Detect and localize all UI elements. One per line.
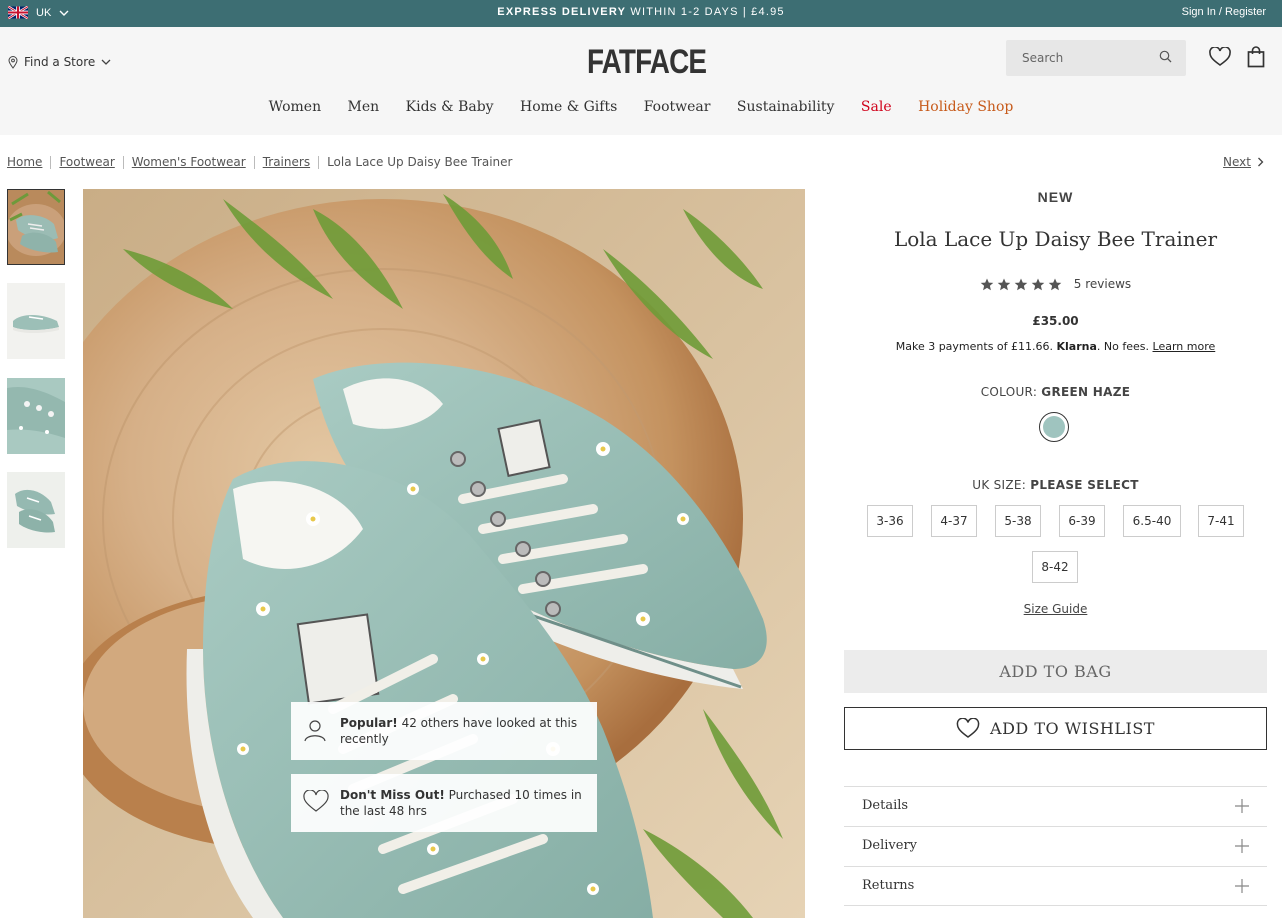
breadcrumb-womens-footwear[interactable]: Women's Footwear [132, 155, 246, 169]
klarna-message: Make 3 payments of £11.66. Klarna. No fe… [844, 340, 1267, 353]
thumbnail-image [7, 472, 65, 548]
accordion-returns-label: Returns [862, 878, 915, 893]
search-input[interactable] [1020, 50, 1154, 66]
size-option-8-42[interactable]: 8-42 [1032, 551, 1078, 583]
thumbnail-1[interactable] [7, 189, 65, 265]
klarna-brand: Klarna [1056, 340, 1097, 353]
review-count[interactable]: 5 reviews [1074, 277, 1131, 291]
signin-link[interactable]: Sign In / Register [1182, 6, 1266, 18]
dont-miss-title: Don't Miss Out! [340, 788, 445, 802]
klarna-learn-more[interactable]: Learn more [1153, 340, 1216, 353]
nav-home-gifts[interactable]: Home & Gifts [520, 99, 617, 115]
find-store-label: Find a Store [24, 55, 96, 69]
breadcrumb-separator [318, 155, 320, 169]
star-icon [1048, 278, 1062, 290]
search-icon[interactable] [1159, 50, 1172, 63]
accordion-details-label: Details [862, 798, 909, 813]
shopping-bag-icon[interactable] [1247, 46, 1265, 68]
colour-value: GREEN HAZE [1041, 385, 1131, 399]
nav-kids-baby[interactable]: Kids & Baby [406, 99, 494, 115]
nav-women[interactable]: Women [269, 99, 321, 115]
main-product-image[interactable]: Popular! 42 others have looked at this r… [83, 189, 805, 918]
add-to-wishlist-button[interactable]: ADD TO WISHLIST [844, 707, 1267, 750]
popular-notice: Popular! 42 others have looked at this r… [291, 702, 597, 760]
star-icon [1014, 278, 1028, 290]
size-label: UK SIZE: PLEASE SELECT [844, 478, 1267, 492]
main-navigation: Women Men Kids & Baby Home & Gifts Footw… [0, 99, 1282, 115]
nav-holiday-shop[interactable]: Holiday Shop [918, 99, 1013, 115]
size-guide-link[interactable]: Size Guide [844, 602, 1267, 616]
breadcrumb-trainers[interactable]: Trainers [263, 155, 310, 169]
person-icon [304, 720, 326, 742]
thumbnail-image [8, 190, 64, 264]
breadcrumb-current: Lola Lace Up Daisy Bee Trainer [327, 155, 513, 169]
breadcrumb-separator [122, 155, 124, 169]
klarna-pre: Make 3 payments of £11.66. [895, 340, 1057, 353]
breadcrumb-footwear[interactable]: Footwear [59, 155, 114, 169]
size-option-5-38[interactable]: 5-38 [995, 505, 1041, 537]
colour-swatch-green-haze[interactable] [1039, 412, 1069, 442]
size-label-text: UK SIZE: [972, 478, 1031, 492]
accordion-returns[interactable]: Returns [844, 866, 1267, 906]
breadcrumb: Home Footwear Women's Footwear Trainers … [7, 155, 512, 169]
nav-men[interactable]: Men [348, 99, 380, 115]
plus-icon [1235, 799, 1249, 813]
nav-sustainability[interactable]: Sustainability [737, 99, 835, 115]
add-to-wishlist-label: ADD TO WISHLIST [990, 719, 1155, 738]
next-label: Next [1223, 155, 1251, 169]
thumbnail-4[interactable] [7, 472, 65, 548]
rating-stars [980, 278, 1062, 291]
star-icon [997, 278, 1011, 290]
thumbnail-3[interactable] [7, 378, 65, 454]
find-store-button[interactable]: Find a Store [8, 55, 111, 69]
chevron-right-icon [1258, 157, 1264, 167]
accordion-delivery[interactable]: Delivery [844, 826, 1267, 866]
nav-sale[interactable]: Sale [861, 99, 892, 115]
plus-icon [1235, 879, 1249, 893]
size-option-7-41[interactable]: 7-41 [1198, 505, 1244, 537]
top-promo-bar: UK EXPRESS DELIVERY WITHIN 1-2 DAYS | £4… [0, 0, 1282, 27]
popular-title: Popular! [340, 716, 398, 730]
dont-miss-notice: Don't Miss Out! Purchased 10 times in th… [291, 774, 597, 832]
breadcrumb-separator [50, 155, 52, 169]
size-option-4-37[interactable]: 4-37 [931, 505, 977, 537]
product-rating[interactable]: 5 reviews [844, 277, 1267, 291]
fatface-logo[interactable]: FATFACE [587, 43, 707, 82]
heart-icon [956, 718, 980, 738]
colour-label-text: COLOUR: [980, 385, 1042, 399]
product-title: Lola Lace Up Daisy Bee Trainer [893, 227, 1218, 251]
chevron-down-icon [101, 59, 111, 65]
swatch-fill [1043, 416, 1065, 438]
size-option-3-36[interactable]: 3-36 [867, 505, 913, 537]
thumbnail-2[interactable] [7, 283, 65, 359]
accordion-details[interactable]: Details [844, 786, 1267, 826]
thumbnail-image [7, 378, 65, 454]
size-value: PLEASE SELECT [1030, 478, 1139, 492]
wishlist-heart-icon[interactable] [1209, 47, 1231, 67]
size-option-6-39[interactable]: 6-39 [1059, 505, 1105, 537]
breadcrumb-home[interactable]: Home [7, 155, 42, 169]
new-badge: NEW [1037, 189, 1074, 205]
heart-icon [303, 790, 329, 812]
product-price: £35.00 [1032, 314, 1079, 328]
klarna-post: . No fees. [1096, 340, 1153, 353]
site-header: Find a Store FATFACE Women Men Kids & Ba… [0, 27, 1282, 135]
delivery-promo: EXPRESS DELIVERY WITHIN 1-2 DAYS | £4.95 [0, 6, 1282, 18]
thumbnail-image [7, 283, 65, 359]
promo-text: WITHIN 1-2 DAYS | £4.95 [626, 6, 785, 18]
plus-icon [1235, 839, 1249, 853]
size-option-6-5-40[interactable]: 6.5-40 [1123, 505, 1181, 537]
nav-footwear[interactable]: Footwear [644, 99, 711, 115]
location-pin-icon [8, 55, 18, 69]
accordion-delivery-label: Delivery [862, 838, 918, 853]
promo-bold: EXPRESS DELIVERY [497, 6, 627, 18]
breadcrumb-separator [253, 155, 255, 169]
add-to-bag-button[interactable]: ADD TO BAG [844, 650, 1267, 693]
star-icon [1031, 278, 1045, 290]
search-box [1006, 40, 1186, 76]
star-icon [980, 278, 994, 290]
next-product-link[interactable]: Next [1223, 155, 1264, 169]
colour-label: COLOUR: GREEN HAZE [844, 385, 1267, 399]
